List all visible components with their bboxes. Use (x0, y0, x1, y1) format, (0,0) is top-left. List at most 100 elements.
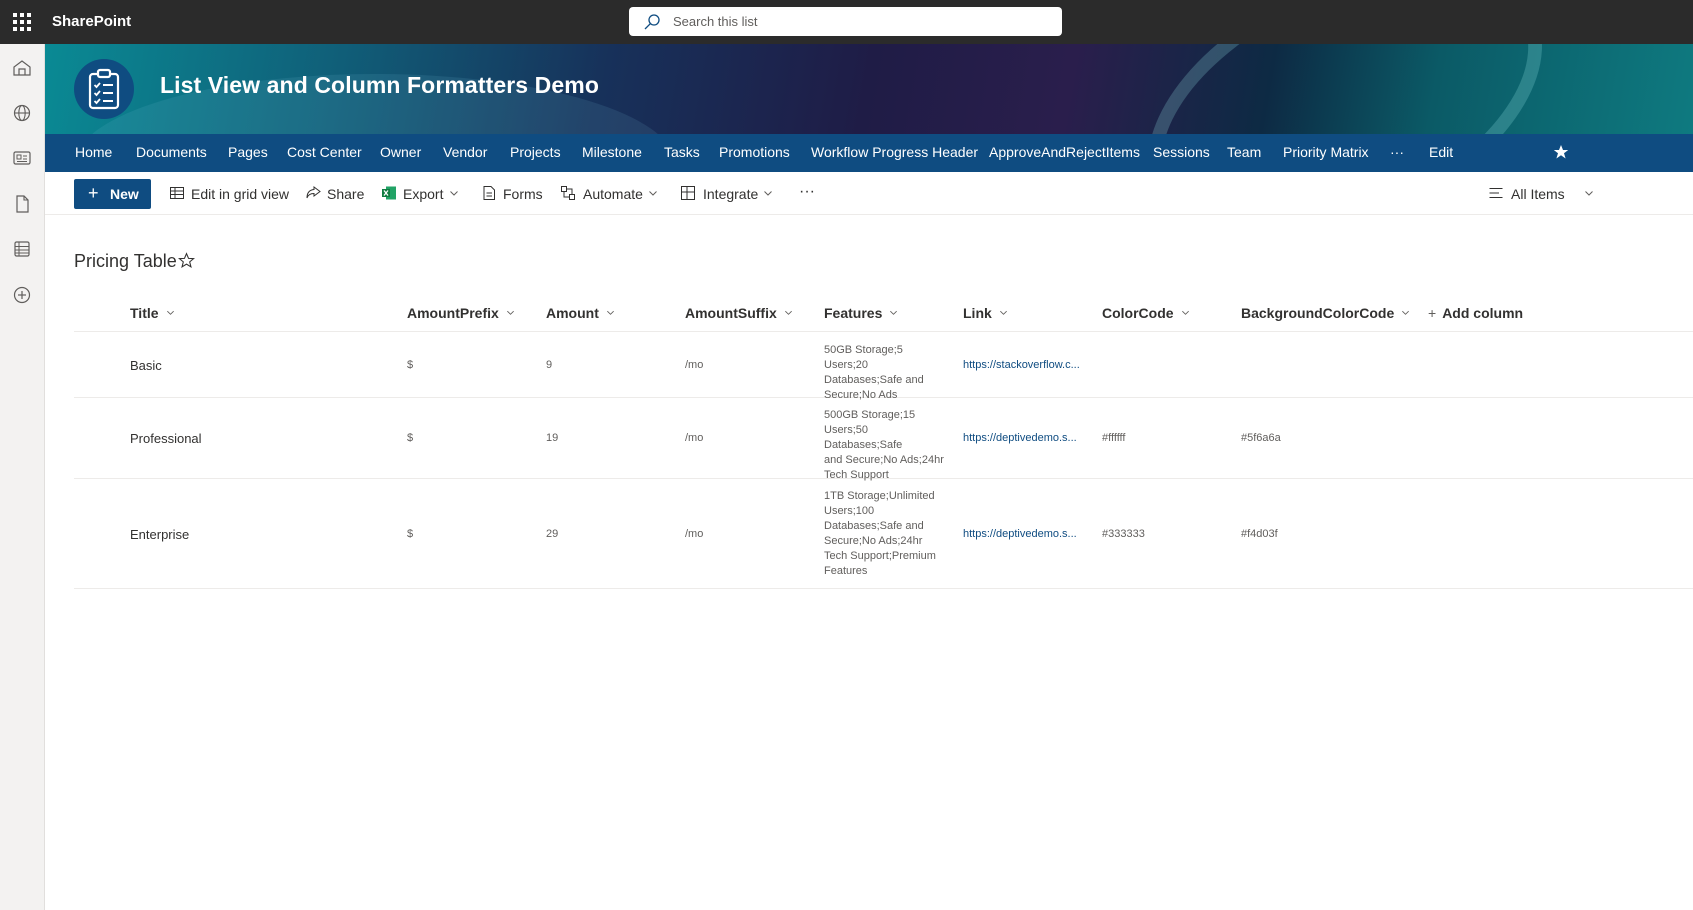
cell-title[interactable]: Basic (130, 358, 162, 373)
table-row[interactable]: Professional $ 19 /mo 500GB Storage;15 U… (74, 398, 1693, 481)
chevron-down-icon (166, 310, 174, 315)
nav-item-priority-matrix[interactable]: Priority Matrix (1283, 144, 1369, 160)
cell-features: 1TB Storage;Unlimited Users;100 Database… (824, 490, 936, 577)
add-column-button[interactable]: + Add column (1428, 305, 1523, 321)
forms-button[interactable]: Forms (503, 186, 543, 202)
follow-star-icon[interactable] (1553, 144, 1569, 160)
column-header-title[interactable]: Title (130, 305, 175, 321)
lists-icon[interactable] (11, 238, 33, 260)
home-icon[interactable] (11, 57, 33, 79)
news-icon[interactable] (11, 147, 33, 169)
cell-background-color-code: #f4d03f (1241, 528, 1278, 540)
hub-navigation: Home Documents Pages Cost Center Owner V… (45, 134, 1693, 172)
search-icon (644, 14, 660, 30)
chevron-down-icon (999, 310, 1007, 315)
cell-amount-prefix: $ (407, 432, 414, 444)
nav-item-cost-center[interactable]: Cost Center (287, 144, 362, 160)
list-title: Pricing Table (74, 251, 177, 271)
command-bar: + New Edit in grid view Share Export For… (45, 172, 1693, 215)
cell-amount: 29 (546, 528, 559, 540)
column-header-amount-suffix[interactable]: AmountSuffix (685, 305, 793, 321)
chevron-down-icon (506, 310, 514, 315)
table-row[interactable]: Basic $ 9 /mo 50GB Storage;5 Users;20 Da… (74, 332, 1693, 401)
nav-item-pages[interactable]: Pages (228, 144, 268, 160)
nav-item-tasks[interactable]: Tasks (664, 144, 700, 160)
cell-features: 50GB Storage;5 Users;20 Databases;Safe a… (824, 344, 924, 401)
share-button[interactable]: Share (327, 186, 364, 202)
site-logo[interactable] (74, 59, 134, 119)
cell-amount: 19 (546, 432, 559, 444)
automate-button[interactable]: Automate (583, 186, 643, 202)
add-icon: + (1428, 305, 1437, 321)
integrate-button[interactable]: Integrate (703, 186, 758, 202)
cell-link[interactable]: https://deptivedemo.s... (963, 432, 1077, 444)
more-commands-button[interactable]: ··· (799, 183, 815, 201)
site-header: List View and Column Formatters Demo (45, 44, 1693, 135)
chevron-down-icon (606, 310, 614, 315)
column-header-background-color-code[interactable]: BackgroundColorCode (1241, 305, 1410, 321)
cell-amount-suffix: /mo (685, 528, 704, 540)
search-box[interactable]: Search this list (629, 7, 1062, 36)
create-icon[interactable] (11, 284, 33, 306)
suite-bar: SharePoint Search this list (0, 0, 1693, 44)
new-button[interactable]: + New (74, 179, 151, 209)
export-button[interactable]: Export (403, 186, 443, 202)
cell-link[interactable]: https://stackoverflow.c... (963, 359, 1080, 371)
header-background-shape (1103, 44, 1587, 135)
column-header-color-code[interactable]: ColorCode (1102, 305, 1190, 321)
nav-item-approve-and-reject-items[interactable]: ApproveAndRejectItems (989, 144, 1140, 160)
view-selector-button[interactable]: All Items (1511, 186, 1565, 202)
nav-item-team[interactable]: Team (1227, 144, 1261, 160)
share-icon (306, 186, 321, 199)
table-row[interactable]: Enterprise $ 29 /mo 1TB Storage;Unlimite… (74, 479, 1693, 589)
nav-more-button[interactable]: ··· (1390, 144, 1404, 160)
cell-amount-prefix: $ (407, 528, 414, 540)
nav-item-vendor[interactable]: Vendor (443, 144, 487, 160)
grid-view-icon (170, 187, 184, 199)
list-header-row: Title AmountPrefix Amount AmountSuffix F… (74, 292, 1693, 332)
favorite-star-icon[interactable] (178, 252, 195, 269)
add-icon: + (88, 183, 99, 203)
nav-item-home[interactable]: Home (75, 144, 112, 160)
edit-grid-view-button[interactable]: Edit in grid view (191, 186, 289, 202)
cell-amount-suffix: /mo (685, 432, 704, 444)
document-icon[interactable] (11, 193, 33, 215)
cell-amount: 9 (546, 359, 553, 371)
nav-item-sessions[interactable]: Sessions (1153, 144, 1210, 160)
cell-amount-prefix: $ (407, 359, 414, 371)
chevron-down-icon (450, 191, 458, 196)
column-header-link[interactable]: Link (963, 305, 1008, 321)
chevron-down-icon (764, 191, 772, 196)
nav-item-workflow-progress-header[interactable]: Workflow Progress Header (811, 144, 978, 160)
cell-link[interactable]: https://deptivedemo.s... (963, 528, 1077, 540)
cell-background-color-code: #5f6a6a (1241, 432, 1281, 444)
clipboard-icon (88, 68, 120, 110)
chevron-down-icon (1402, 310, 1410, 315)
excel-icon (382, 186, 396, 200)
app-launcher-icon[interactable] (10, 11, 34, 33)
chevron-down-icon (784, 310, 792, 315)
chevron-down-icon (1585, 191, 1593, 196)
cell-color-code: #ffffff (1102, 432, 1126, 444)
search-input[interactable]: Search this list (673, 14, 758, 29)
cell-title[interactable]: Enterprise (130, 527, 189, 542)
column-header-amount-prefix[interactable]: AmountPrefix (407, 305, 515, 321)
site-title[interactable]: List View and Column Formatters Demo (160, 72, 599, 99)
nav-item-milestone[interactable]: Milestone (582, 144, 642, 160)
globe-icon[interactable] (11, 102, 33, 124)
cell-color-code: #333333 (1102, 528, 1145, 540)
column-header-features[interactable]: Features (824, 305, 898, 321)
cell-features: 500GB Storage;15 Users;50 Databases;Safe… (824, 409, 944, 481)
nav-item-owner[interactable]: Owner (380, 144, 421, 160)
nav-item-promotions[interactable]: Promotions (719, 144, 790, 160)
forms-icon (483, 186, 495, 200)
nav-edit-link[interactable]: Edit (1429, 144, 1453, 160)
view-options-icon (1489, 188, 1503, 198)
chevron-down-icon (890, 310, 898, 315)
app-name[interactable]: SharePoint (52, 13, 131, 30)
nav-item-documents[interactable]: Documents (136, 144, 207, 160)
cell-title[interactable]: Professional (130, 431, 202, 446)
nav-item-projects[interactable]: Projects (510, 144, 561, 160)
column-header-amount[interactable]: Amount (546, 305, 615, 321)
chevron-down-icon (649, 191, 657, 196)
